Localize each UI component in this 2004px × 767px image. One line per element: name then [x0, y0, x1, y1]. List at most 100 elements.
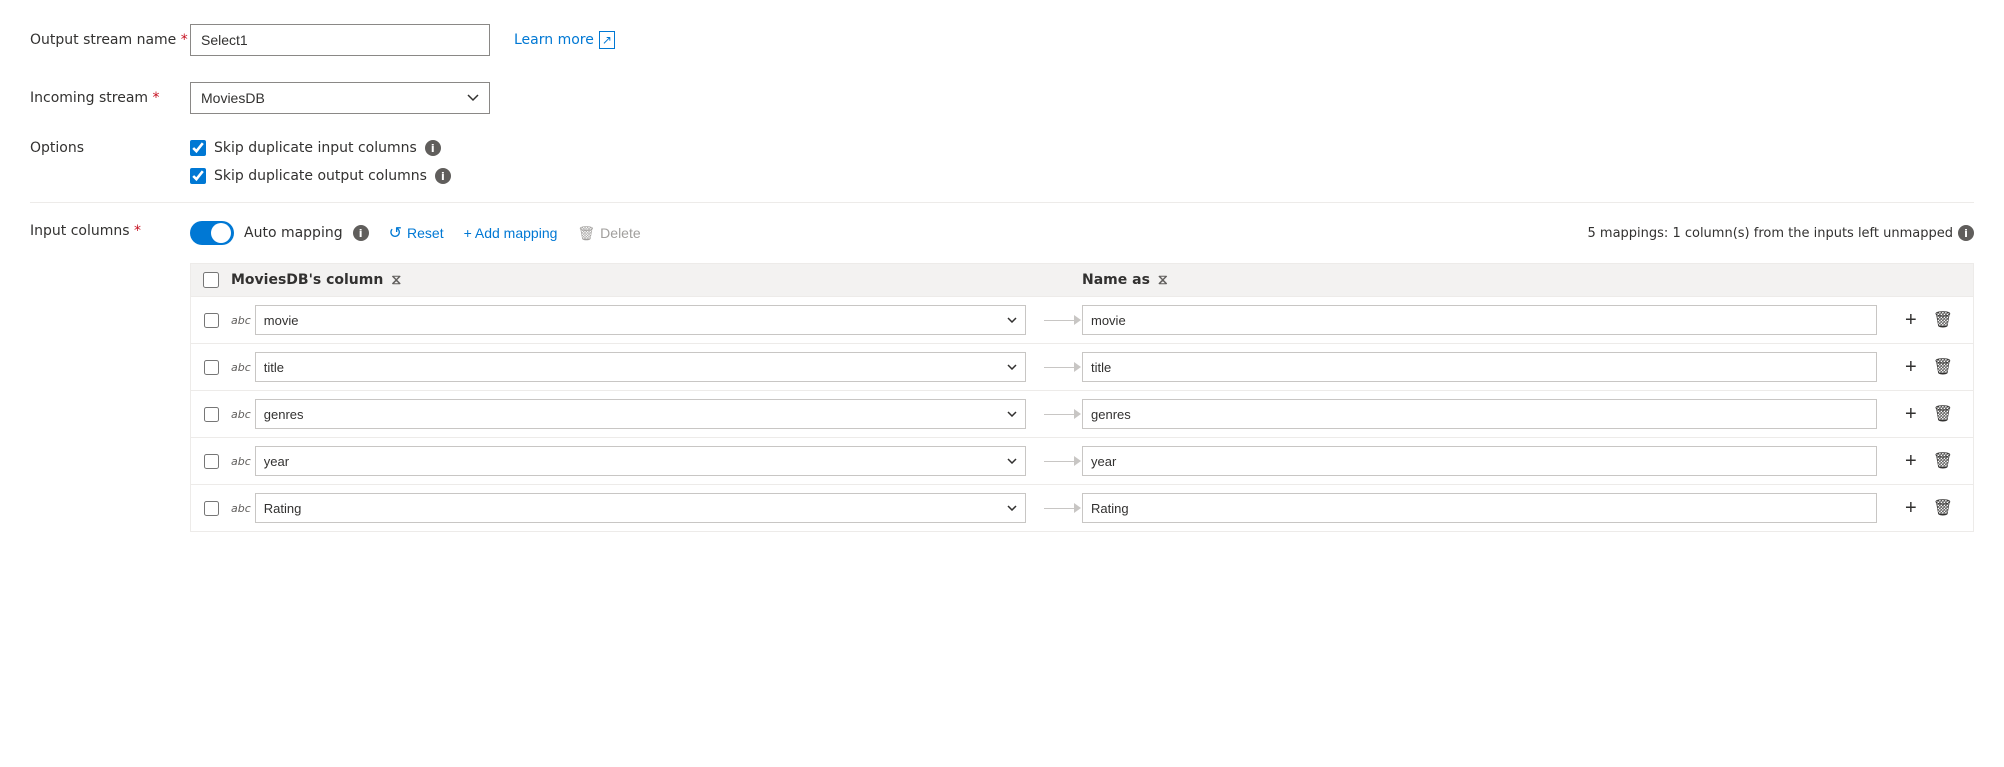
table-row: abc movietitlegenresyearRating: [191, 391, 1973, 438]
row3-checkbox-col: [191, 407, 231, 422]
row5-name-as-col: [1082, 493, 1893, 523]
row3-arrow: [1042, 409, 1082, 419]
output-stream-input[interactable]: [190, 24, 490, 56]
incoming-stream-label: Incoming stream *: [30, 90, 190, 106]
output-stream-required: *: [181, 32, 188, 48]
row2-actions: + 🗑: [1893, 354, 1973, 381]
row2-name-as-col: [1082, 352, 1893, 382]
learn-more-text: Learn more: [514, 32, 594, 48]
table-row: abc movietitlegenresyearRating: [191, 485, 1973, 531]
row2-arrow-dash: [1044, 367, 1074, 368]
row1-arrow: [1042, 315, 1082, 325]
row5-checkbox[interactable]: [204, 501, 219, 516]
row5-arrow: [1042, 503, 1082, 513]
col2-header: Name as ⧖: [1082, 272, 1893, 288]
row2-add-button[interactable]: +: [1901, 354, 1921, 381]
skip-duplicate-input-row: Skip duplicate input columns i: [190, 140, 451, 156]
row2-delete-button[interactable]: 🗑: [1929, 355, 1957, 379]
row3-arrow-line: [1044, 409, 1081, 419]
output-stream-label: Output stream name *: [30, 32, 190, 48]
row4-delete-button[interactable]: 🗑: [1929, 449, 1957, 473]
table-row: abc movietitlegenresyearRating: [191, 438, 1973, 485]
input-columns-required: *: [134, 223, 141, 239]
row2-arrow-line: [1044, 362, 1081, 372]
auto-mapping-label: Auto mapping: [244, 225, 343, 241]
delete-icon: 🗑: [577, 225, 595, 242]
row4-checkbox-col: [191, 454, 231, 469]
row2-column-col: abc movietitlegenresyearRating: [231, 352, 1042, 382]
skip-duplicate-input-label: Skip duplicate input columns: [214, 140, 417, 156]
row4-actions: + 🗑: [1893, 448, 1973, 475]
row5-column-select[interactable]: movietitlegenresyearRating: [255, 493, 1026, 523]
row1-name-as-input[interactable]: [1082, 305, 1877, 335]
row4-checkbox[interactable]: [204, 454, 219, 469]
col2-header-text: Name as: [1082, 272, 1150, 288]
row3-delete-button[interactable]: 🗑: [1929, 402, 1957, 426]
header-checkbox[interactable]: [203, 272, 219, 288]
skip-duplicate-output-label: Skip duplicate output columns: [214, 168, 427, 184]
add-mapping-button[interactable]: + Add mapping: [464, 221, 558, 245]
mapping-info-text: 5 mappings: 1 column(s) from the inputs …: [1588, 226, 1953, 241]
row4-arrow-dash: [1044, 461, 1074, 462]
incoming-stream-row: Incoming stream * MoviesDB: [30, 78, 1974, 118]
row2-column-select[interactable]: movietitlegenresyearRating: [255, 352, 1026, 382]
row1-column-select[interactable]: movietitlegenresyearRating: [255, 305, 1026, 335]
row1-add-button[interactable]: +: [1901, 307, 1921, 334]
row2-checkbox-col: [191, 360, 231, 375]
row2-checkbox[interactable]: [204, 360, 219, 375]
toggle-knob: [211, 223, 231, 243]
output-stream-label-text: Output stream name: [30, 32, 176, 48]
col1-header: MoviesDB's column ⧖: [231, 272, 1042, 288]
row2-name-as-input[interactable]: [1082, 352, 1877, 382]
row4-column-col: abc movietitlegenresyearRating: [231, 446, 1042, 476]
row1-type-tag: abc: [231, 314, 251, 327]
skip-duplicate-output-checkbox[interactable]: [190, 168, 206, 184]
main-container: Output stream name * Learn more ↗ Incomi…: [0, 0, 2004, 570]
row1-delete-button[interactable]: 🗑: [1929, 308, 1957, 332]
table-row: abc movietitlegenresyearRating: [191, 297, 1973, 344]
reset-icon: ↺: [389, 223, 402, 243]
input-columns-content: Auto mapping i ↺ Reset + Add mapping 🗑 D…: [190, 219, 1974, 532]
row2-arrow: [1042, 362, 1082, 372]
delete-button[interactable]: 🗑 Delete: [577, 221, 640, 246]
col1-filter-icon[interactable]: ⧖: [391, 272, 401, 288]
row5-delete-button[interactable]: 🗑: [1929, 496, 1957, 520]
divider: [30, 202, 1974, 203]
row5-name-as-input[interactable]: [1082, 493, 1877, 523]
mapping-info: 5 mappings: 1 column(s) from the inputs …: [1588, 225, 1974, 241]
row3-checkbox[interactable]: [204, 407, 219, 422]
row3-name-as-input[interactable]: [1082, 399, 1877, 429]
row1-arrow-dash: [1044, 320, 1074, 321]
row3-add-button[interactable]: +: [1901, 401, 1921, 428]
skip-duplicate-input-checkbox[interactable]: [190, 140, 206, 156]
row5-add-button[interactable]: +: [1901, 495, 1921, 522]
row1-checkbox[interactable]: [204, 313, 219, 328]
incoming-stream-label-text: Incoming stream: [30, 90, 148, 106]
row5-arrow-line: [1044, 503, 1081, 513]
auto-mapping-info-icon: i: [353, 225, 369, 241]
row3-name-as-col: [1082, 399, 1893, 429]
row3-column-select[interactable]: movietitlegenresyearRating: [255, 399, 1026, 429]
row3-column-col: abc movietitlegenresyearRating: [231, 399, 1042, 429]
row1-arrow-head: [1074, 315, 1081, 325]
options-label: Options: [30, 140, 190, 156]
options-row: Options Skip duplicate input columns i S…: [30, 136, 1974, 184]
row5-actions: + 🗑: [1893, 495, 1973, 522]
col2-filter-icon[interactable]: ⧖: [1158, 272, 1168, 288]
reset-button[interactable]: ↺ Reset: [389, 219, 444, 247]
row3-actions: + 🗑: [1893, 401, 1973, 428]
row4-name-as-input[interactable]: [1082, 446, 1877, 476]
auto-mapping-toggle[interactable]: [190, 221, 234, 245]
learn-more-link[interactable]: Learn more ↗: [514, 31, 615, 49]
input-columns-label-text: Input columns: [30, 223, 130, 239]
output-stream-row: Output stream name * Learn more ↗: [30, 20, 1974, 60]
incoming-stream-select[interactable]: MoviesDB: [190, 82, 490, 114]
row5-type-tag: abc: [231, 502, 251, 515]
row4-column-select[interactable]: movietitlegenresyearRating: [255, 446, 1026, 476]
skip-duplicate-input-info-icon: i: [425, 140, 441, 156]
row1-column-col: abc movietitlegenresyearRating: [231, 305, 1042, 335]
row4-add-button[interactable]: +: [1901, 448, 1921, 475]
incoming-stream-required: *: [153, 90, 160, 106]
row2-arrow-head: [1074, 362, 1081, 372]
row2-type-tag: abc: [231, 361, 251, 374]
